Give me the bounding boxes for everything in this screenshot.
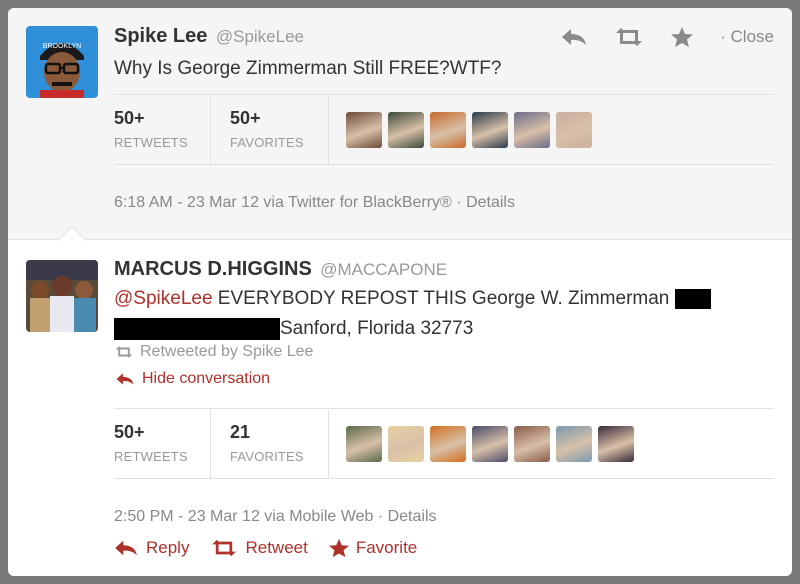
hide-conversation[interactable]: Hide conversation (114, 370, 270, 388)
tweet2-text-line2: Sanford, Florida 32773 (280, 318, 474, 339)
bottom-action-bar: Reply Retweet Favorite (112, 538, 417, 558)
favorites-count: 21 (230, 422, 251, 442)
details-link[interactable]: Details (466, 194, 515, 211)
favorite-star-icon (328, 538, 349, 558)
tweet2-meta: 2:50 PM - 23 Mar 12 via Mobile Web · Det… (114, 508, 437, 526)
favorites-count: 50+ (230, 108, 261, 128)
retweet-icon (212, 539, 237, 557)
tweet1-meta: 6:18 AM - 23 Mar 12 via Twitter for Blac… (114, 194, 515, 212)
retweets-stat[interactable]: 50+ RETWEETS (114, 108, 188, 150)
favoriter-avatar[interactable] (388, 426, 424, 462)
retweet-icon[interactable] (614, 26, 644, 48)
favoriter-avatar[interactable] (514, 112, 550, 148)
reply-arrow-icon (116, 373, 134, 385)
favorite-star-icon[interactable] (670, 26, 694, 48)
favorites-label: FAVORITES (230, 135, 304, 150)
favoriter-avatar[interactable] (556, 426, 592, 462)
avatar-marcus-higgins[interactable] (26, 260, 98, 332)
retweet-small-icon (115, 346, 133, 358)
author-name[interactable]: Spike Lee (114, 25, 207, 47)
close-link[interactable]: · Close (720, 27, 774, 47)
divider (114, 408, 774, 409)
timestamp[interactable]: 2:50 PM - 23 Mar 12 via Mobile Web (114, 508, 373, 525)
favoriter-avatar[interactable] (472, 112, 508, 148)
stat-divider (328, 410, 329, 478)
tweet-dialog: BROOKLYN Spike Lee @SpikeLee · Close Why… (8, 8, 792, 576)
details-link[interactable]: Details (388, 508, 437, 525)
mention-link[interactable]: @SpikeLee (114, 288, 213, 309)
retweet-label: Retweet (245, 538, 308, 557)
original-tweet: BROOKLYN Spike Lee @SpikeLee · Close Why… (8, 8, 792, 240)
retweets-label: RETWEETS (114, 449, 188, 464)
retweets-count: 50+ (114, 422, 145, 442)
favorites-label: FAVORITES (230, 449, 304, 464)
avatar-spike-lee[interactable]: BROOKLYN (26, 26, 98, 98)
retweets-stat[interactable]: 50+ RETWEETS (114, 422, 188, 464)
author-handle[interactable]: @MACCAPONE (320, 260, 447, 279)
retweets-count: 50+ (114, 108, 145, 128)
reply-icon (115, 540, 137, 556)
meta-separator: · (373, 508, 388, 525)
favorites-stat[interactable]: 21 FAVORITES (230, 422, 304, 464)
favoriter-avatar[interactable] (346, 426, 382, 462)
reply-icon[interactable] (560, 27, 588, 47)
favoriter-avatar[interactable] (514, 426, 550, 462)
favoriter-avatar[interactable] (598, 426, 634, 462)
divider (114, 164, 774, 165)
tweet2-text-line1: EVERYBODY REPOST THIS George W. Zimmerma… (212, 288, 675, 309)
favoriter-avatar[interactable] (430, 112, 466, 148)
retweeted-by-text[interactable]: Retweeted by Spike Lee (140, 343, 313, 361)
retweeted-by: Retweeted by Spike Lee (114, 343, 313, 361)
favoriter-avatar[interactable] (556, 112, 592, 148)
stat-divider (328, 96, 329, 164)
favoriter-avatar[interactable] (346, 112, 382, 148)
timestamp[interactable]: 6:18 AM - 23 Mar 12 via Twitter for Blac… (114, 194, 452, 211)
retweet-button[interactable]: Retweet (209, 538, 308, 558)
retweets-label: RETWEETS (114, 135, 188, 150)
section-divider (8, 239, 792, 240)
reply-label: Reply (146, 538, 190, 557)
favoriter-avatar[interactable] (430, 426, 466, 462)
divider (114, 94, 774, 95)
tweet2-text: @SpikeLee EVERYBODY REPOST THIS George W… (114, 284, 774, 344)
meta-separator: · (451, 194, 467, 211)
favoriters-avatars (346, 112, 592, 148)
author-handle[interactable]: @SpikeLee (216, 27, 304, 46)
favorite-button[interactable]: Favorite (328, 538, 417, 558)
tweet1-author[interactable]: Spike Lee @SpikeLee (114, 25, 304, 48)
stat-divider (210, 410, 211, 478)
favorites-stat[interactable]: 50+ FAVORITES (230, 108, 304, 150)
author-name[interactable]: MARCUS D.HIGGINS (114, 258, 312, 280)
tweet1-text: Why Is George Zimmerman Still FREE?WTF? (114, 58, 502, 79)
cap-logo-text: BROOKLYN (43, 43, 81, 50)
favoriter-avatar[interactable] (472, 426, 508, 462)
favorite-label: Favorite (355, 538, 418, 557)
reply-button[interactable]: Reply (112, 538, 189, 558)
divider (114, 478, 774, 479)
redacted-block (674, 288, 711, 309)
tweet-actions: · Close (560, 26, 774, 48)
stat-divider (210, 96, 211, 164)
redacted-block (114, 317, 280, 340)
favoriter-avatar[interactable] (388, 112, 424, 148)
favoriters-avatars (346, 426, 634, 462)
tweet2-author[interactable]: MARCUS D.HIGGINS @MACCAPONE (114, 258, 447, 281)
hide-conversation-label[interactable]: Hide conversation (142, 370, 270, 388)
